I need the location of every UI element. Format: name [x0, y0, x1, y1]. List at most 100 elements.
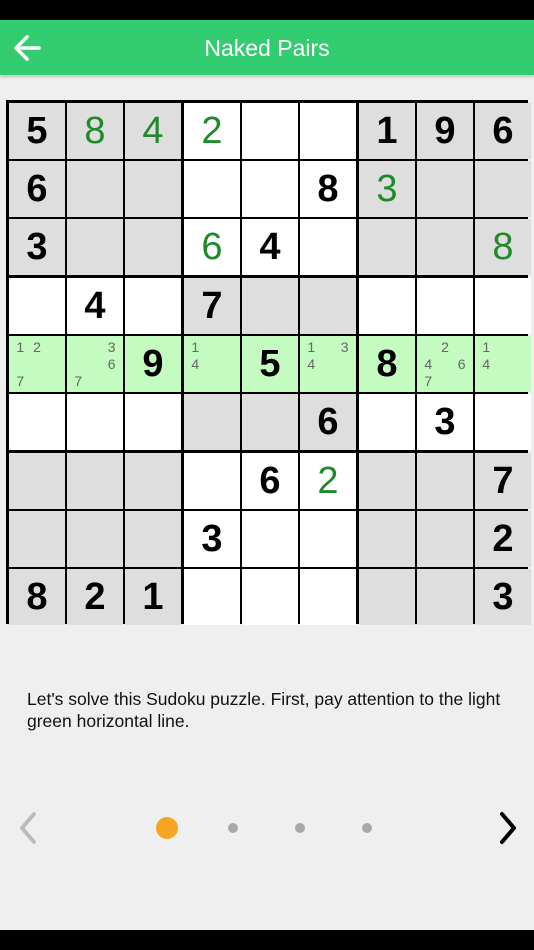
sudoku-cell[interactable] — [417, 453, 473, 509]
sudoku-cell[interactable] — [9, 453, 65, 509]
sudoku-cell[interactable]: 1 — [125, 569, 181, 625]
sudoku-cell[interactable]: 24 6 7 — [417, 336, 473, 392]
sudoku-cell[interactable] — [9, 394, 65, 450]
sudoku-cell[interactable] — [184, 453, 240, 509]
sudoku-cell[interactable]: 4 — [67, 278, 123, 334]
sudoku-cell[interactable] — [417, 278, 473, 334]
sudoku-cell[interactable]: 1 — [359, 103, 415, 159]
sudoku-cell[interactable] — [475, 278, 531, 334]
sudoku-cell[interactable] — [417, 161, 473, 217]
sudoku-cell[interactable]: 5 — [242, 336, 298, 392]
candidate-digit — [437, 355, 454, 372]
candidate-digit — [12, 355, 29, 372]
candidate-digit: 1 — [191, 338, 200, 355]
sudoku-cell[interactable] — [67, 394, 123, 450]
sudoku-cell[interactable] — [67, 161, 123, 217]
sudoku-cell[interactable] — [417, 569, 473, 625]
sudoku-cell[interactable] — [359, 394, 415, 450]
sudoku-cell[interactable]: 2 — [475, 511, 531, 567]
page-dot[interactable] — [295, 823, 305, 833]
sudoku-cell[interactable]: 7 — [184, 278, 240, 334]
sudoku-cell[interactable]: 4 — [242, 219, 298, 275]
sudoku-cell[interactable]: 8 — [67, 103, 123, 159]
sudoku-cell[interactable] — [417, 219, 473, 275]
candidate-digit: 3 — [340, 338, 349, 355]
page-dot[interactable] — [362, 823, 372, 833]
sudoku-cell[interactable] — [67, 219, 123, 275]
sudoku-cell[interactable] — [9, 278, 65, 334]
sudoku-cell[interactable] — [300, 103, 356, 159]
sudoku-cell[interactable] — [242, 161, 298, 217]
sudoku-cell[interactable]: 8 — [9, 569, 65, 625]
sudoku-cell[interactable] — [359, 511, 415, 567]
sudoku-cell[interactable]: 3 — [9, 219, 65, 275]
cell-digit: 3 — [201, 518, 223, 560]
sudoku-cell[interactable] — [300, 278, 356, 334]
sudoku-cell[interactable] — [242, 278, 298, 334]
sudoku-cell[interactable]: 6 — [184, 219, 240, 275]
sudoku-cell[interactable] — [125, 511, 181, 567]
sudoku-cell[interactable] — [475, 161, 531, 217]
sudoku-cell[interactable] — [300, 219, 356, 275]
status-bar — [0, 0, 534, 20]
candidate-digit — [303, 373, 320, 390]
sudoku-cell[interactable]: 8 — [475, 219, 531, 275]
sudoku-cell[interactable]: 9 — [417, 103, 473, 159]
candidate-digit: 1 — [482, 338, 491, 355]
sudoku-cell[interactable]: 7 — [475, 453, 531, 509]
sudoku-cell[interactable] — [242, 103, 298, 159]
sudoku-cell[interactable] — [125, 394, 181, 450]
sudoku-cell[interactable] — [359, 569, 415, 625]
sudoku-cell[interactable]: 3 — [359, 161, 415, 217]
sudoku-cell[interactable]: 8 — [359, 336, 415, 392]
sudoku-cell[interactable]: 3 — [417, 394, 473, 450]
sudoku-cell[interactable] — [184, 394, 240, 450]
cell-digit: 2 — [201, 110, 223, 152]
sudoku-cell[interactable] — [242, 394, 298, 450]
sudoku-cell[interactable] — [359, 278, 415, 334]
sudoku-cell[interactable]: 3 — [475, 569, 531, 625]
sudoku-cell[interactable]: 6 — [300, 394, 356, 450]
page-dot-active[interactable] — [156, 817, 178, 839]
page-dot[interactable] — [228, 823, 238, 833]
previous-page-button[interactable] — [12, 808, 46, 848]
sudoku-cell[interactable]: 6 — [242, 453, 298, 509]
sudoku-cell[interactable] — [242, 569, 298, 625]
cell-digit: 9 — [434, 110, 456, 152]
sudoku-cell[interactable]: 14 — [475, 336, 531, 392]
sudoku-cell[interactable]: 14 — [184, 336, 240, 392]
sudoku-cell[interactable] — [184, 569, 240, 625]
sudoku-cell[interactable] — [67, 511, 123, 567]
sudoku-cell[interactable]: 4 — [125, 103, 181, 159]
sudoku-cell[interactable]: 2 — [184, 103, 240, 159]
sudoku-cell[interactable] — [125, 161, 181, 217]
sudoku-cell[interactable] — [125, 219, 181, 275]
sudoku-cell[interactable]: 1 3 4 — [300, 336, 356, 392]
sudoku-cell[interactable] — [242, 511, 298, 567]
sudoku-cell[interactable] — [300, 569, 356, 625]
candidate-digit: 4 — [191, 355, 200, 372]
sudoku-cell[interactable]: 12 7 — [9, 336, 65, 392]
sudoku-cell[interactable]: 6 — [475, 103, 531, 159]
sudoku-cell[interactable]: 8 — [300, 161, 356, 217]
sudoku-cell[interactable]: 2 — [67, 569, 123, 625]
sudoku-cell[interactable] — [300, 511, 356, 567]
sudoku-cell[interactable]: 5 — [9, 103, 65, 159]
sudoku-cell[interactable] — [359, 453, 415, 509]
cell-digit: 5 — [26, 110, 48, 152]
sudoku-cell[interactable]: 36 7 — [67, 336, 123, 392]
sudoku-cell[interactable] — [417, 511, 473, 567]
sudoku-cell[interactable] — [475, 394, 531, 450]
sudoku-cell[interactable]: 3 — [184, 511, 240, 567]
sudoku-cell[interactable] — [125, 453, 181, 509]
sudoku-cell[interactable] — [67, 453, 123, 509]
sudoku-cell[interactable]: 2 — [300, 453, 356, 509]
sudoku-cell[interactable]: 6 — [9, 161, 65, 217]
sudoku-cell[interactable]: 9 — [125, 336, 181, 392]
next-page-button[interactable] — [490, 808, 524, 848]
sudoku-cell[interactable] — [9, 511, 65, 567]
sudoku-cell[interactable] — [184, 161, 240, 217]
cell-digit: 6 — [317, 401, 339, 443]
sudoku-cell[interactable] — [125, 278, 181, 334]
sudoku-cell[interactable] — [359, 219, 415, 275]
